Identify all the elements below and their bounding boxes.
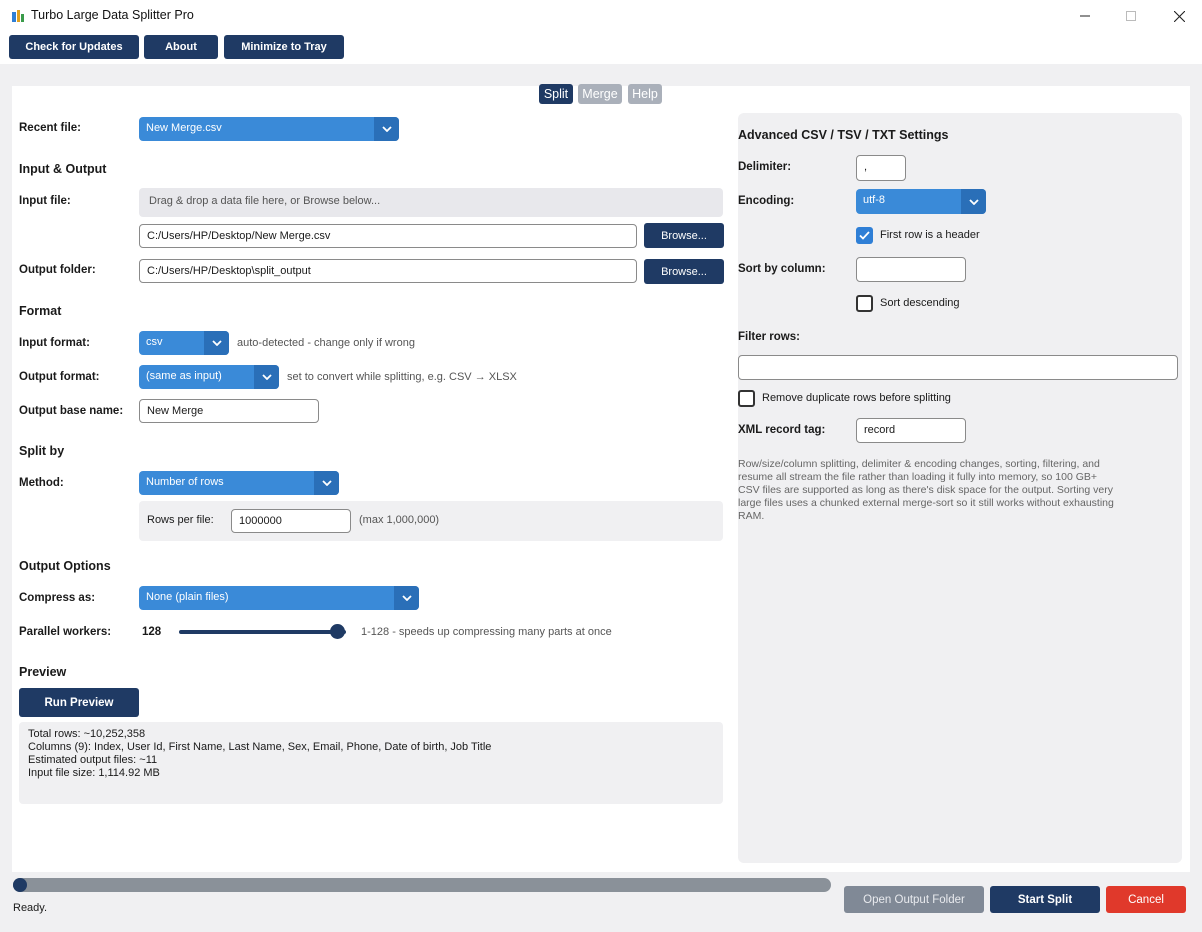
minimize-to-tray-button[interactable]: Minimize to Tray — [224, 35, 344, 59]
header-checkbox[interactable] — [856, 227, 873, 244]
sort-descending-label: Sort descending — [880, 297, 960, 309]
window-title: Turbo Large Data Splitter Pro — [31, 8, 194, 22]
preview-line: Columns (9): Index, User Id, First Name,… — [28, 741, 492, 753]
drop-zone[interactable]: Drag & drop a data file here, or Browse … — [139, 188, 723, 217]
method-label: Method: — [19, 477, 64, 489]
tab-merge[interactable]: Merge — [578, 84, 622, 104]
output-folder-label: Output folder: — [19, 264, 96, 276]
chevron-down-icon — [374, 117, 399, 141]
header-checkbox-label: First row is a header — [880, 229, 980, 241]
output-format-hint: set to convert while splitting, e.g. CSV… — [287, 371, 517, 383]
rows-per-file-hint: (max 1,000,000) — [359, 514, 440, 526]
input-file-field[interactable]: C:/Users/HP/Desktop/New Merge.csv — [139, 224, 637, 248]
split-method-dropdown[interactable]: Number of rows — [139, 471, 339, 495]
filter-rows-field[interactable] — [738, 355, 1178, 380]
tab-split[interactable]: Split — [539, 84, 573, 104]
chevron-down-icon — [204, 331, 229, 355]
browse-output-button[interactable]: Browse... — [644, 259, 724, 284]
remove-duplicates-checkbox[interactable] — [738, 390, 755, 407]
encoding-label: Encoding: — [738, 195, 795, 207]
input-format-dropdown[interactable]: csv — [139, 331, 229, 355]
run-preview-button[interactable]: Run Preview — [19, 688, 139, 717]
preview-line: Estimated output files: ~11 — [28, 754, 158, 766]
input-file-label: Input file: — [19, 195, 71, 207]
sort-by-column-field[interactable] — [856, 257, 966, 282]
recent-file-dropdown[interactable]: New Merge.csv — [139, 117, 399, 141]
split-by-heading: Split by — [19, 444, 65, 458]
check-updates-button[interactable]: Check for Updates — [9, 35, 139, 59]
filter-rows-label: Filter rows: — [738, 331, 800, 343]
recent-file-label: Recent file: — [19, 122, 81, 134]
about-button[interactable]: About — [144, 35, 218, 59]
output-base-name-label: Output base name: — [19, 405, 124, 417]
input-format-hint: auto-detected - change only if wrong — [237, 337, 415, 349]
preview-line: Input file size: 1,114.92 MB — [28, 767, 160, 779]
close-window-icon[interactable] — [1156, 0, 1202, 32]
workers-slider-track[interactable] — [179, 630, 346, 634]
preview-heading: Preview — [19, 665, 67, 679]
check-icon — [859, 231, 870, 240]
input-output-heading: Input & Output — [19, 162, 107, 176]
workers-slider-handle[interactable] — [330, 624, 345, 639]
maximize-window-icon[interactable] — [1108, 0, 1154, 32]
split-method-value: Number of rows — [146, 476, 224, 488]
output-format-label: Output format: — [19, 371, 100, 383]
status-text: Ready. — [13, 902, 48, 914]
input-format-value: csv — [146, 336, 163, 348]
rows-per-file-field[interactable]: 1000000 — [231, 509, 351, 533]
preview-line: Total rows: ~10,252,358 — [28, 728, 146, 740]
xml-record-tag-field[interactable]: record — [856, 418, 966, 443]
minimize-window-icon[interactable] — [1062, 0, 1108, 32]
output-folder-field[interactable]: C:/Users/HP/Desktop\split_output — [139, 259, 637, 283]
rows-per-file-label: Rows per file: — [147, 514, 214, 526]
parallel-workers-value: 128 — [142, 626, 162, 638]
xml-record-tag-label: XML record tag: — [738, 424, 826, 436]
start-split-button[interactable]: Start Split — [990, 886, 1100, 913]
parallel-workers-label: Parallel workers: — [19, 626, 112, 638]
output-options-heading: Output Options — [19, 559, 111, 573]
chevron-down-icon — [961, 189, 986, 214]
open-output-folder-button[interactable]: Open Output Folder — [844, 886, 984, 913]
remove-duplicates-label: Remove duplicate rows before splitting — [762, 392, 951, 404]
sort-descending-checkbox[interactable] — [856, 295, 873, 312]
delimiter-field[interactable]: , — [856, 155, 906, 181]
format-heading: Format — [19, 304, 62, 318]
compress-dropdown[interactable]: None (plain files) — [139, 586, 419, 610]
tab-help[interactable]: Help — [628, 84, 662, 104]
chevron-down-icon — [394, 586, 419, 610]
progress-indicator — [13, 878, 27, 892]
cancel-button[interactable]: Cancel — [1106, 886, 1186, 913]
input-format-label: Input format: — [19, 337, 90, 349]
output-base-name-field[interactable]: New Merge — [139, 399, 319, 423]
parallel-workers-hint: 1-128 - speeds up compressing many parts… — [361, 626, 612, 638]
output-format-dropdown[interactable]: (same as input) — [139, 365, 279, 389]
app-icon — [10, 8, 26, 24]
preview-output: Total rows: ~10,252,358 Columns (9): Ind… — [19, 722, 723, 804]
output-format-value: (same as input) — [146, 370, 222, 382]
compress-value: None (plain files) — [146, 591, 229, 603]
browse-input-button[interactable]: Browse... — [644, 223, 724, 248]
sort-by-column-label: Sort by column: — [738, 263, 826, 275]
progress-bar — [13, 878, 831, 892]
recent-file-value: New Merge.csv — [146, 122, 222, 134]
advanced-note: Row/size/column splitting, delimiter & e… — [738, 458, 1114, 522]
encoding-dropdown[interactable]: utf-8 — [856, 189, 986, 214]
delimiter-label: Delimiter: — [738, 161, 792, 173]
compress-label: Compress as: — [19, 592, 96, 604]
advanced-heading: Advanced CSV / TSV / TXT Settings — [738, 128, 949, 142]
chevron-down-icon — [254, 365, 279, 389]
chevron-down-icon — [314, 471, 339, 495]
encoding-value: utf-8 — [863, 194, 886, 206]
